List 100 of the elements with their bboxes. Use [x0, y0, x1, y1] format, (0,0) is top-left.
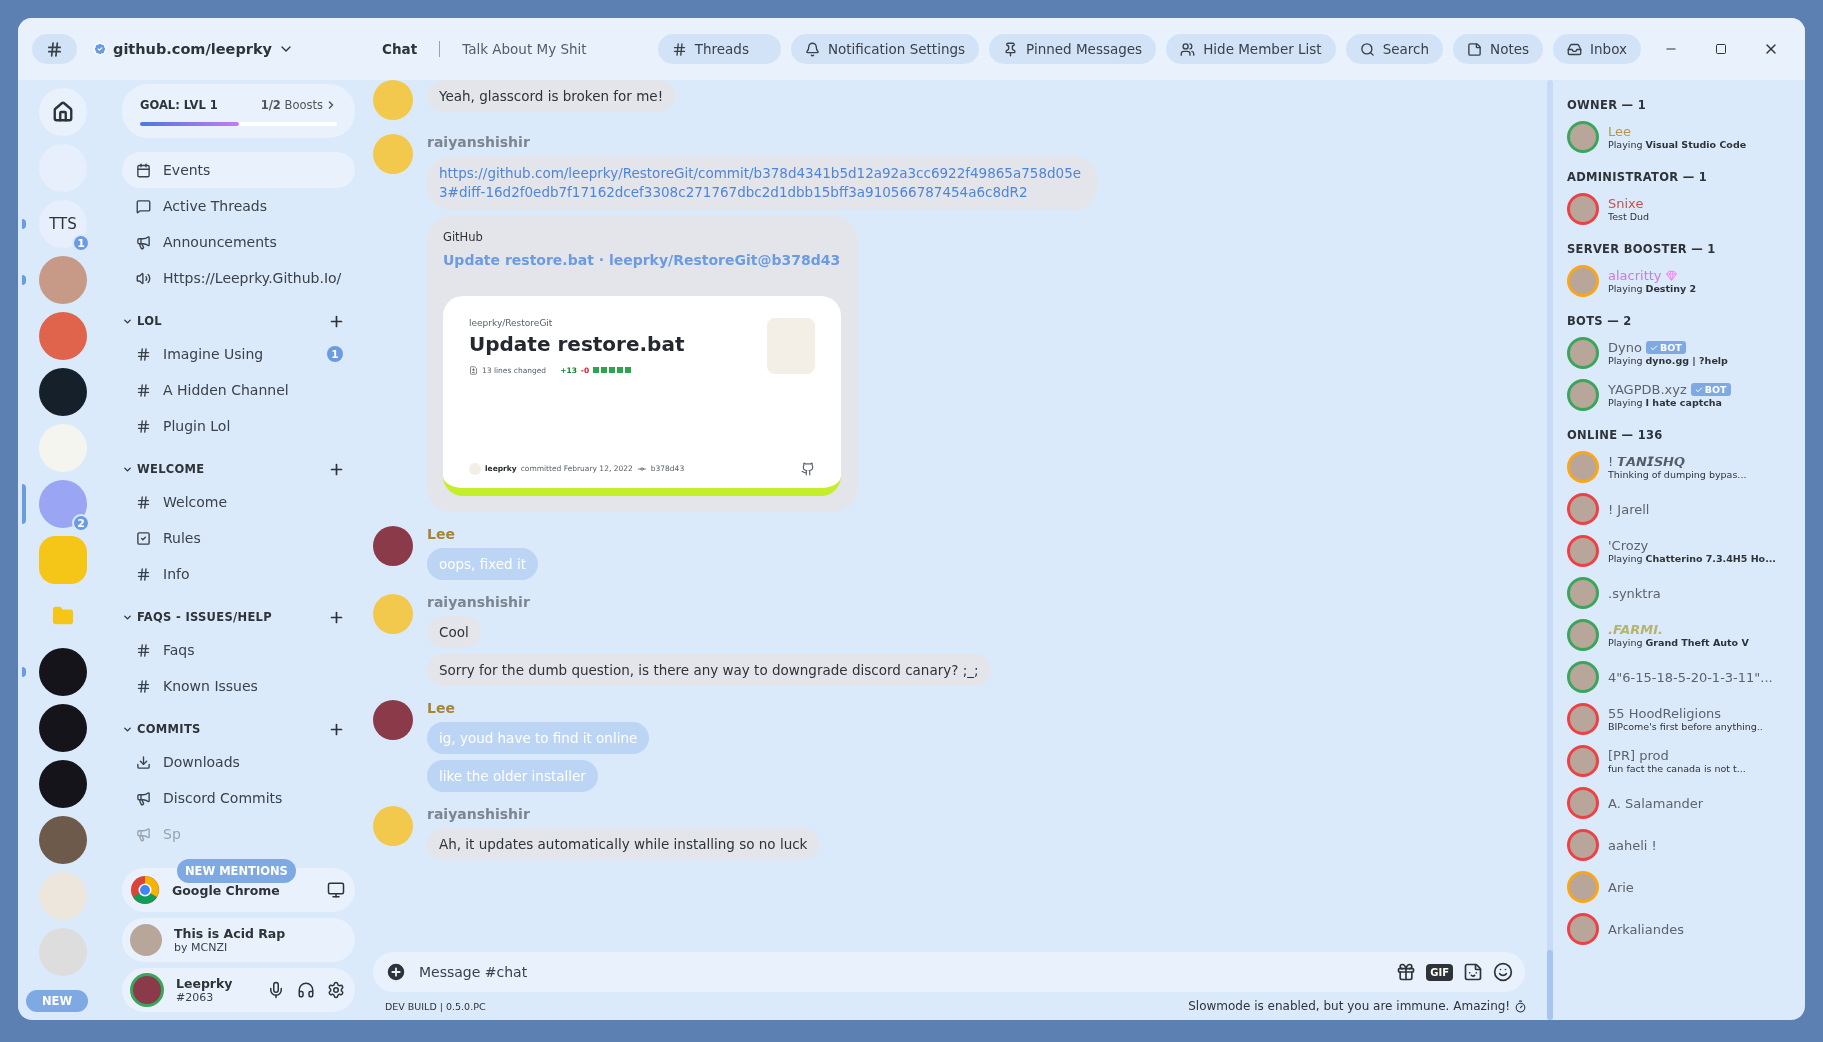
- speech-bubble-icon: [136, 198, 151, 214]
- add-icon[interactable]: [385, 961, 407, 983]
- toolbar-button[interactable]: Pinned Messages: [989, 34, 1157, 64]
- channel-item[interactable]: Known Issues: [122, 668, 355, 704]
- boost-goal-card[interactable]: GOAL: LVL 1 1/2 Boosts: [122, 84, 355, 138]
- hash-icon: [136, 494, 151, 510]
- member-activity: Playing Chatterino 7.3.4H5 Ho...: [1608, 553, 1776, 564]
- category-header[interactable]: FAQS - ISSUES/HELP: [122, 602, 355, 632]
- member-activity: fun fact the canada is not t...: [1608, 763, 1746, 774]
- gif-button[interactable]: GIF: [1426, 963, 1453, 981]
- member-item[interactable]: .FARMI. Playing Grand Theft Auto V: [1567, 614, 1801, 656]
- message-author: raiyanshishir: [427, 134, 530, 150]
- user-tag: #2063: [176, 991, 255, 1004]
- channel-button[interactable]: [32, 34, 77, 64]
- member-item[interactable]: 'Crozy Playing Chatterino 7.3.4H5 Ho...: [1567, 530, 1801, 572]
- channel-item[interactable]: Info: [122, 556, 355, 592]
- hash-icon: [136, 566, 151, 582]
- settings-icon: [327, 981, 345, 999]
- channel-tab[interactable]: Chat: [370, 41, 430, 57]
- build-info: DEV BUILD | 0.5.0.PC: [385, 1000, 486, 1012]
- channel-tab[interactable]: Talk About My Shit: [450, 41, 599, 57]
- member-item[interactable]: Dyno BOT Playing dyno.gg | ?help: [1567, 332, 1801, 374]
- channel-item[interactable]: Plugin Lol: [122, 408, 355, 444]
- channel-item[interactable]: Faqs: [122, 632, 355, 668]
- channel-item[interactable]: Https://Leeprky.Github.Io/: [122, 260, 355, 296]
- megaphone-icon: [136, 826, 151, 842]
- member-item[interactable]: Lee Playing Visual Studio Code: [1567, 116, 1801, 158]
- member-group-header: OWNER — 1: [1567, 97, 1647, 114]
- image-placeholder: [767, 317, 815, 374]
- member-item[interactable]: 4"6-15-18-5-20-1-3-11"...: [1567, 656, 1801, 698]
- headphones-button[interactable]: [297, 981, 315, 999]
- channel-item[interactable]: Welcome: [122, 484, 355, 520]
- member-item[interactable]: Snixe Test Dud: [1567, 188, 1801, 230]
- download-icon: [136, 754, 151, 770]
- maximize-icon: [1715, 43, 1727, 55]
- channel-item[interactable]: Rules: [122, 520, 355, 556]
- checkbox-icon: [136, 530, 151, 546]
- member-item[interactable]: .synktra: [1567, 572, 1801, 614]
- emoji-icon[interactable]: [1493, 962, 1513, 982]
- notes-icon: [1467, 41, 1483, 57]
- channel-item[interactable]: Downloads: [122, 744, 355, 780]
- mic-button[interactable]: [267, 981, 285, 999]
- member-activity: Test Dud: [1608, 211, 1650, 222]
- member-item[interactable]: alacritty Playing Destiny 2: [1567, 260, 1801, 302]
- user-avatar: [373, 525, 413, 566]
- channel-item[interactable]: Imagine Using 1: [122, 336, 355, 372]
- unread-indicator: [22, 219, 26, 229]
- server-icon[interactable]: [39, 648, 87, 696]
- category-header[interactable]: LOL: [122, 306, 355, 336]
- slowmode-notice: Slowmode is enabled, but you are immune. Amazing!: [1188, 999, 1527, 1013]
- toolbar-button[interactable]: Search: [1345, 34, 1444, 64]
- toolbar-button[interactable]: Notes: [1453, 34, 1544, 64]
- channel-item[interactable]: Discord Commits: [122, 780, 355, 816]
- bot-tag: BOT: [1690, 383, 1731, 396]
- sticker-icon[interactable]: [1463, 962, 1483, 982]
- channel-item[interactable]: Active Threads: [122, 188, 355, 224]
- server-icon[interactable]: [39, 760, 87, 808]
- toolbar-button[interactable]: Hide Member List: [1166, 34, 1336, 64]
- member-item[interactable]: [PR] prod fun fact the canada is not t...: [1567, 740, 1801, 782]
- member-item[interactable]: aaheli !: [1567, 824, 1801, 866]
- server-icon[interactable]: [39, 368, 87, 416]
- toolbar-button[interactable]: Threads: [657, 34, 781, 64]
- member-item[interactable]: ! 𝙏𝘼𝙉𝙄𝙎𝙃𝙌 Thinking of dumping bypas...: [1567, 446, 1801, 488]
- author-avatar: [469, 462, 481, 475]
- channel-item[interactable]: Events: [122, 152, 355, 188]
- member-activity: Playing I hate captcha: [1608, 397, 1724, 408]
- headphones-icon: [297, 981, 315, 999]
- hash-icon: [136, 678, 151, 694]
- member-activity: BIPcome's first before anything..: [1608, 721, 1763, 732]
- member-item[interactable]: 55 HoodReligions BIPcome's first before anything..: [1567, 698, 1801, 740]
- message-text: ig, youd have to find it online: [427, 721, 650, 754]
- diff-bar-drawing: [593, 367, 634, 374]
- message-author: Lee: [427, 525, 455, 542]
- inbox-icon: [1567, 41, 1583, 57]
- toolbar-button[interactable]: Notification Settings: [790, 34, 980, 64]
- mention-badge: 1: [327, 346, 343, 362]
- server-icon[interactable]: [39, 704, 87, 752]
- member-item[interactable]: ! Jarell: [1567, 488, 1801, 530]
- member-item[interactable]: A. Salamander: [1567, 782, 1801, 824]
- speaker-icon: [136, 270, 151, 286]
- members-icon: [1180, 41, 1196, 57]
- server-name[interactable]: github.com/leeprky: [87, 41, 301, 57]
- unread-indicator: [22, 484, 26, 524]
- member-item[interactable]: Arie: [1567, 866, 1801, 908]
- member-item[interactable]: Arkaliandes: [1567, 908, 1801, 950]
- category-header[interactable]: WELCOME: [122, 454, 355, 484]
- channel-item[interactable]: Announcements: [122, 224, 355, 260]
- home-button[interactable]: [39, 88, 87, 136]
- monitor-icon: [327, 881, 345, 899]
- settings-button[interactable]: [327, 981, 345, 999]
- activity-app: Google Chrome: [172, 882, 281, 898]
- gift-icon[interactable]: [1396, 962, 1417, 982]
- channel-item[interactable]: A Hidden Channel: [122, 372, 355, 408]
- toolbar-button[interactable]: Inbox: [1553, 34, 1641, 64]
- screen-share-button[interactable]: [327, 881, 345, 899]
- member-item[interactable]: YAGPDB.xyz BOT Playing I hate captcha: [1567, 374, 1801, 416]
- github-icon: [801, 461, 815, 476]
- scrollbar[interactable]: [1547, 80, 1553, 1020]
- category-header[interactable]: COMMITS: [122, 714, 355, 744]
- message-input[interactable]: Message #chat GIF: [373, 952, 1525, 992]
